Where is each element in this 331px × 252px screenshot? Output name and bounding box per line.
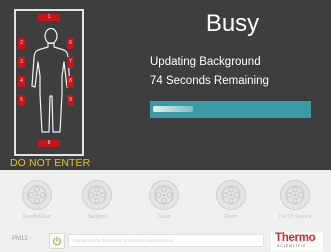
footer-bar: PM12 Monitoring the background radiation… (0, 230, 331, 252)
out-of-service-button[interactable]: Out Of Service (276, 180, 314, 220)
background-label: Backgnd (87, 214, 107, 220)
status-title: Busy (205, 10, 260, 37)
sensor-left-4: 5 (18, 95, 25, 106)
film-reel-icon (22, 180, 52, 210)
progress-fill (150, 101, 311, 118)
film-reel-icon (216, 180, 246, 210)
status-panel: 1 2 3 4 5 6 7 8 9 8 DO NOT ENTER Busy Up… (0, 0, 331, 170)
progress-bar (150, 101, 311, 118)
out-of-service-label: Out Of Service (278, 214, 312, 220)
sensor-left-2: 3 (18, 57, 25, 68)
sensor-bottom: 8 (38, 140, 60, 147)
background-button[interactable]: Backgnd (78, 180, 116, 220)
unit-id: PM12 (12, 236, 28, 242)
sensor-right-2: 7 (67, 57, 74, 68)
film-reel-icon (149, 180, 179, 210)
status-message-bar: Monitoring the background radiation meas… (68, 234, 264, 247)
progress-highlight (153, 106, 193, 112)
power-button[interactable] (49, 233, 65, 249)
sensor-right-1: 6 (67, 38, 74, 49)
sensor-left-1: 2 (18, 38, 25, 49)
alarm-label: Alarm (224, 214, 238, 220)
count-label: Count (157, 214, 171, 220)
film-reel-icon (280, 180, 310, 210)
ready-clear-button[interactable]: Ready/Clear (18, 180, 56, 220)
sensor-left-3: 4 (18, 76, 25, 87)
logo-wordmark: Thermo (275, 232, 316, 244)
alarm-button[interactable]: Alarm (212, 180, 250, 220)
seconds-remaining: 74 Seconds Remaining (150, 75, 269, 87)
film-reel-icon (82, 180, 112, 210)
power-icon (53, 236, 61, 246)
count-button[interactable]: Count (145, 180, 183, 220)
do-not-enter-warning: DO NOT ENTER (10, 157, 91, 169)
logo-subtitle: SCIENTIFIC (277, 244, 307, 248)
sensor-top: 1 (38, 14, 60, 21)
thermo-logo: Thermo SCIENTIFIC (271, 232, 323, 251)
ready-clear-label: Ready/Clear (23, 214, 51, 220)
status-message: Updating Background (150, 56, 261, 68)
person-figure-icon (31, 27, 71, 133)
sensor-right-3: 8 (67, 76, 74, 87)
sensor-right-4: 9 (67, 95, 74, 106)
